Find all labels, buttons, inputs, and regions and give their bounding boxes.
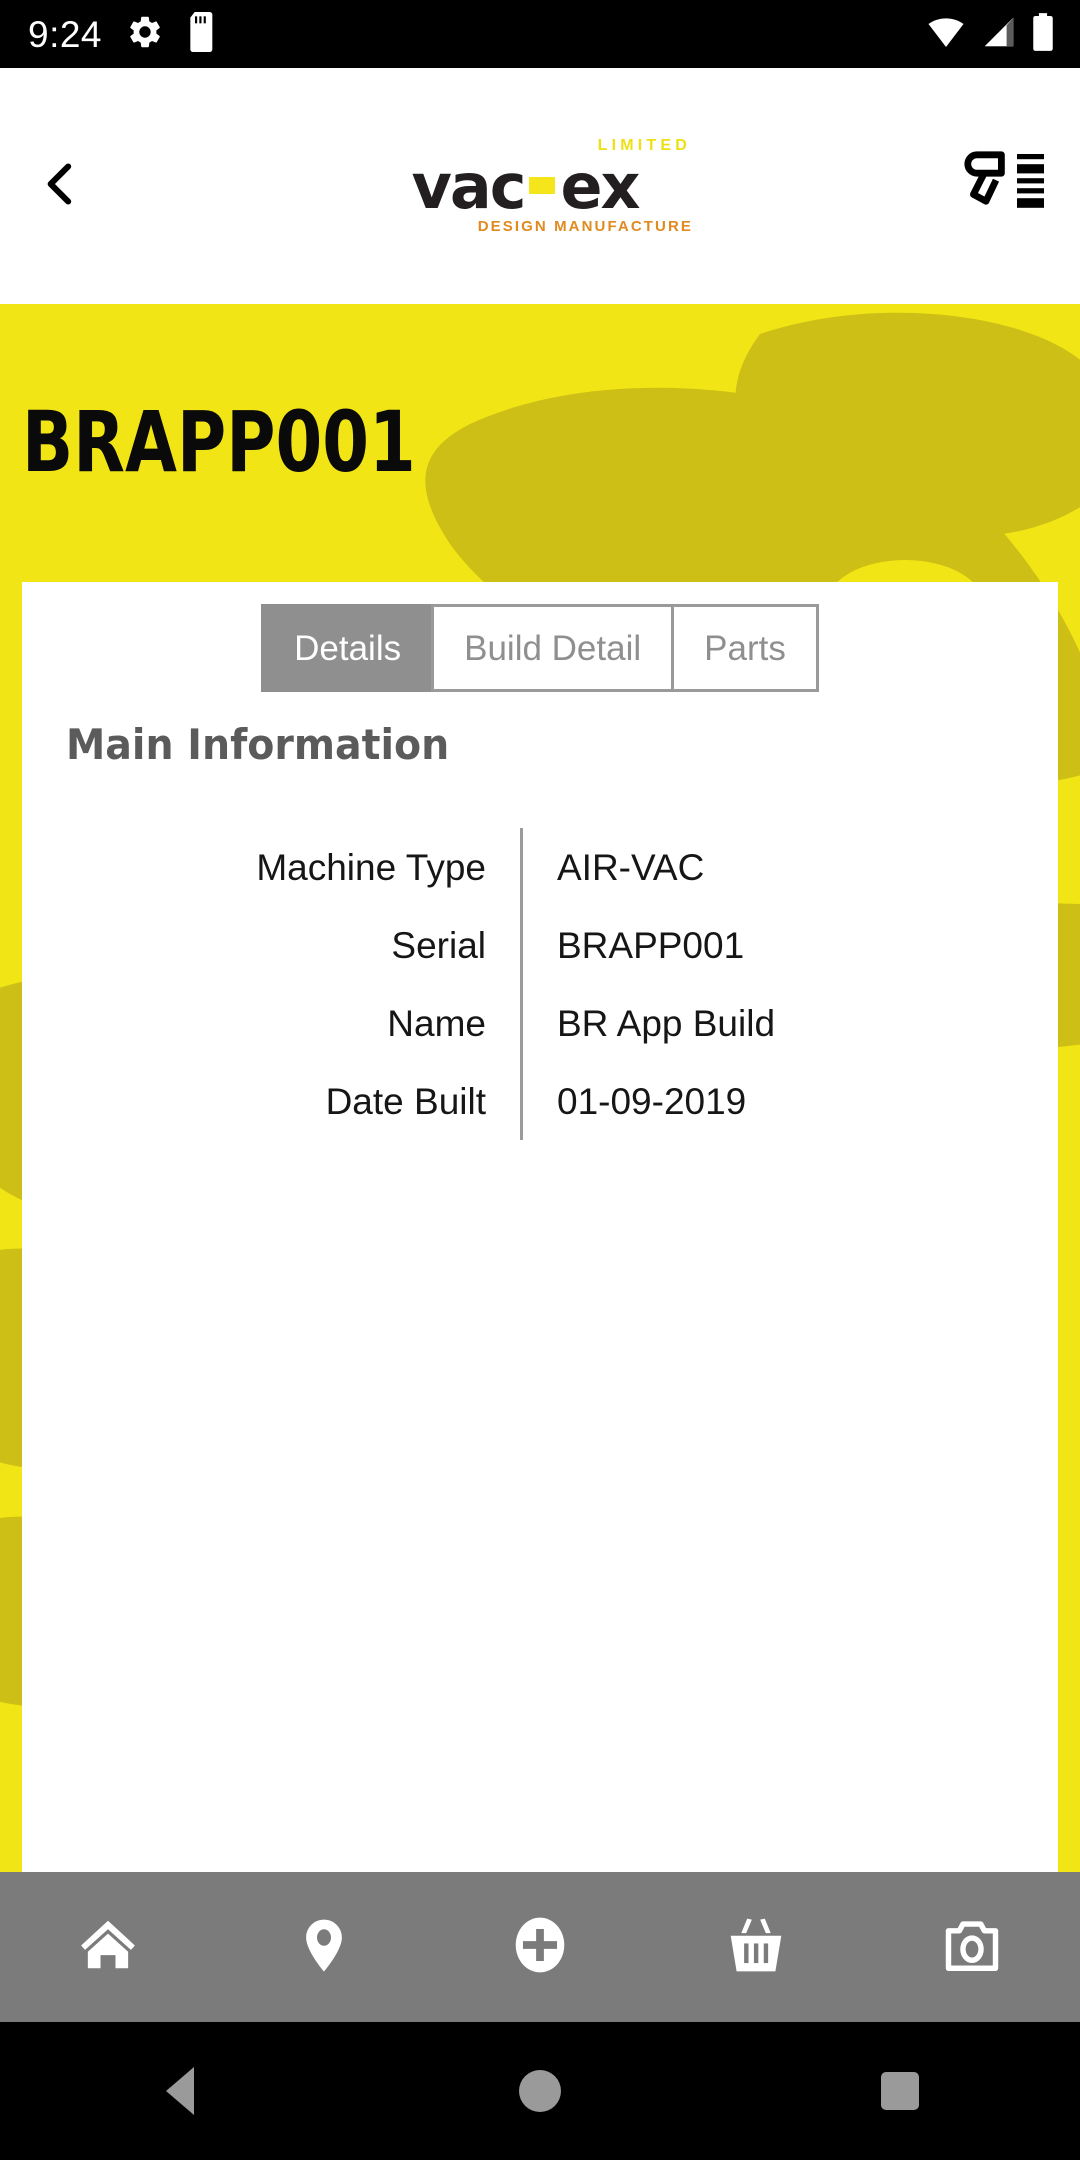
page-title: BRAPP001	[22, 393, 416, 491]
row-value-serial: BRAPP001	[557, 924, 745, 966]
logo-hyphen-mark	[529, 176, 556, 194]
tab-build-detail[interactable]: Build Detail	[431, 604, 675, 692]
table-top-spacer	[22, 798, 1058, 828]
brand-logo: LIMITED vac ex DESIGN MANUFACTURE	[120, 138, 930, 235]
gear-icon	[126, 13, 164, 56]
status-bar-clock: 9:24	[28, 13, 103, 55]
row-label-machine-type: Machine Type	[256, 846, 486, 888]
barcode-scan-button[interactable]	[930, 68, 1080, 304]
chevron-left-icon	[32, 156, 88, 217]
sd-card-icon	[188, 11, 218, 57]
nav-location-button[interactable]	[216, 1872, 432, 2022]
barcode-scanner-icon	[961, 147, 1049, 226]
status-bar: 9:24	[0, 0, 1080, 68]
status-bar-right	[926, 12, 1054, 57]
system-back-button[interactable]	[0, 2022, 360, 2160]
bottom-navigation-bar	[0, 1872, 1080, 2022]
app-screen: 9:24 LIMITED vac ex DESIGN MANUFACTURE B…	[0, 0, 1080, 2160]
status-bar-left: 9:24	[28, 11, 218, 57]
tab-bar: Details Build Detail Parts	[22, 582, 1058, 692]
system-home-button[interactable]	[360, 2022, 720, 2160]
tab-parts[interactable]: Parts	[671, 604, 819, 692]
camera-icon	[941, 1914, 1003, 1981]
content-card: Details Build Detail Parts Main Informat…	[22, 582, 1058, 1872]
row-label-name: Name	[387, 1002, 486, 1044]
row-value-date-built: 01-09-2019	[557, 1080, 747, 1122]
back-triangle-icon	[166, 2067, 194, 2115]
section-heading: Main Information	[66, 720, 450, 769]
cellular-signal-icon	[980, 13, 1018, 56]
table-row: Serial BRAPP001	[22, 906, 1058, 985]
row-value-name: BR App Build	[557, 1002, 776, 1044]
battery-icon	[1032, 12, 1054, 57]
app-bar: LIMITED vac ex DESIGN MANUFACTURE	[0, 68, 1080, 304]
plus-circle-icon	[509, 1914, 571, 1981]
wifi-icon	[926, 12, 966, 57]
logo-tagline-text: DESIGN MANUFACTURE	[477, 218, 693, 235]
nav-camera-button[interactable]	[864, 1872, 1080, 2022]
nav-basket-button[interactable]	[648, 1872, 864, 2022]
home-circle-icon	[519, 2070, 561, 2112]
system-recents-button[interactable]	[720, 2022, 1080, 2160]
row-label-serial: Serial	[391, 924, 486, 966]
logo-brand-text: vac	[411, 150, 526, 223]
nav-home-button[interactable]	[0, 1872, 216, 2022]
row-label-date-built: Date Built	[325, 1080, 486, 1122]
row-value-machine-type: AIR-VAC	[557, 846, 705, 888]
table-row: Machine Type AIR-VAC	[22, 828, 1058, 907]
back-button[interactable]	[0, 68, 120, 304]
main-information-table: Machine Type AIR-VAC Serial BRAPP001 Nam…	[22, 798, 1058, 1141]
recents-square-icon	[881, 2072, 919, 2110]
basket-icon	[725, 1914, 787, 1981]
home-icon	[77, 1914, 139, 1981]
system-navigation-bar	[0, 2022, 1080, 2160]
logo-wordmark: vac ex	[355, 156, 695, 218]
location-pin-icon	[295, 1916, 353, 1979]
table-row: Name BR App Build	[22, 984, 1058, 1063]
tab-details[interactable]: Details	[261, 604, 435, 692]
logo-brand-suffix-text: ex	[560, 150, 640, 223]
nav-add-button[interactable]	[432, 1872, 648, 2022]
table-row: Date Built 01-09-2019	[22, 1062, 1058, 1141]
